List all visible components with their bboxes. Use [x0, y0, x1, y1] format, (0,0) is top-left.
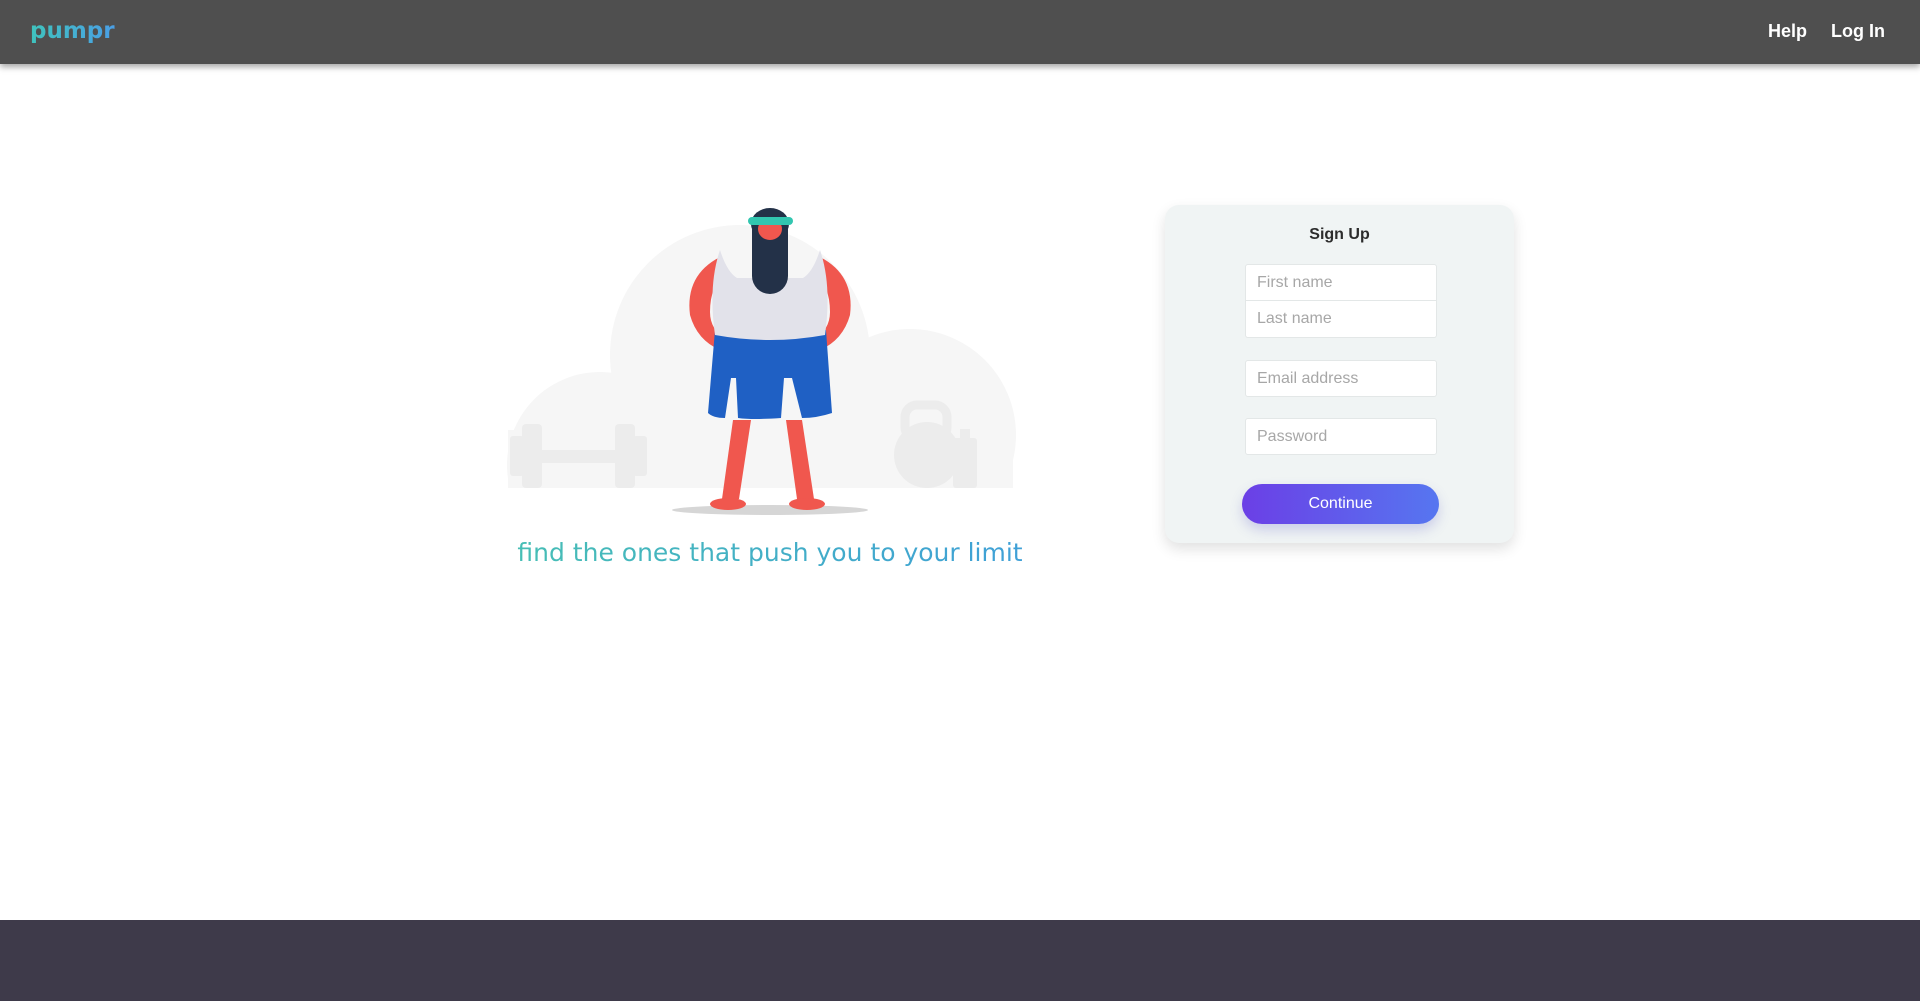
pumpr-logo[interactable]: pumpr	[30, 18, 115, 44]
help-link[interactable]: Help	[1768, 21, 1807, 42]
signup-card: Sign Up Continue	[1165, 205, 1514, 543]
tagline-text: find the ones that push you to your limi…	[500, 538, 1040, 567]
continue-button[interactable]: Continue	[1242, 484, 1439, 524]
white-cutoff	[505, 488, 1035, 520]
last-name-input[interactable]	[1245, 301, 1437, 338]
gym-person-illustration	[505, 208, 1035, 520]
login-link[interactable]: Log In	[1831, 21, 1885, 42]
password-input[interactable]	[1245, 418, 1437, 455]
email-input[interactable]	[1245, 360, 1437, 397]
first-name-input[interactable]	[1245, 264, 1437, 301]
signup-title: Sign Up	[1309, 226, 1370, 243]
page-footer	[0, 920, 1920, 1001]
top-navigation-bar: pumpr Help Log In	[0, 0, 1920, 64]
floor-shadow	[672, 505, 868, 515]
